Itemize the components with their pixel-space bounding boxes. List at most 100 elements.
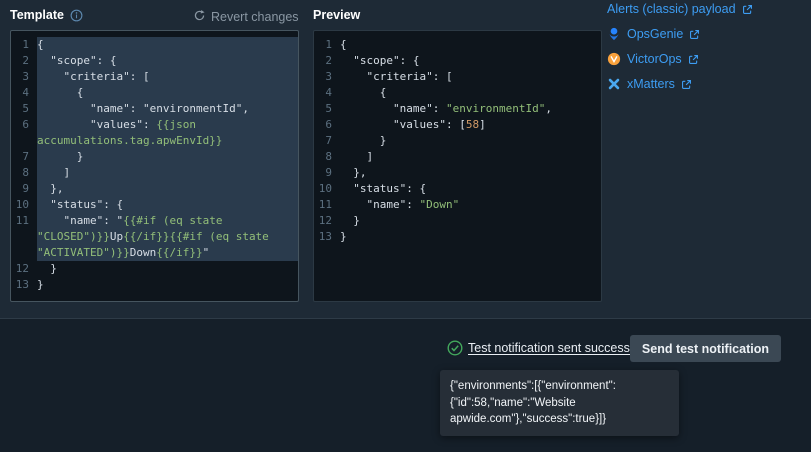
code-text: { (340, 37, 601, 53)
code-text: "name": "Down" (340, 197, 601, 213)
link-label: Alerts (classic) payload (607, 2, 736, 16)
line-number: 8 (314, 149, 340, 165)
code-line: 4 { (11, 85, 298, 101)
preview-label: Preview (313, 8, 360, 22)
xmatters-icon (607, 77, 621, 91)
line-number: 13 (314, 229, 340, 245)
code-text: "criteria": [ (37, 69, 298, 85)
line-number: 1 (11, 37, 37, 53)
line-number: 6 (11, 117, 37, 149)
line-number: 2 (11, 53, 37, 69)
line-number: 3 (314, 69, 340, 85)
code-text: { (37, 37, 298, 53)
line-number: 3 (11, 69, 37, 85)
code-text: }, (37, 181, 298, 197)
code-line: 4 { (314, 85, 601, 101)
external-link-icon (742, 4, 753, 15)
code-text: { (340, 85, 601, 101)
code-text: "scope": { (340, 53, 601, 69)
link-xmatters[interactable]: xMatters (607, 77, 753, 91)
code-line: 5 "name": "environmentId", (11, 101, 298, 117)
code-text: "values": [58] (340, 117, 601, 133)
preview-panel: 1{2 "scope": {3 "criteria": [4 {5 "name"… (313, 30, 602, 302)
test-response-tooltip: {"environments":[{"environment": {"id":5… (440, 370, 679, 436)
send-test-notification-button[interactable]: Send test notification (630, 335, 781, 362)
docs-links: Alerts (classic) payload OpsGenie Victor… (607, 2, 753, 91)
line-number: 12 (11, 261, 37, 277)
template-label: Template (10, 8, 64, 22)
line-number: 6 (314, 117, 340, 133)
code-text: } (340, 213, 601, 229)
code-line: 1{ (314, 37, 601, 53)
code-text: "criteria": [ (340, 69, 601, 85)
line-number: 11 (314, 197, 340, 213)
line-number: 7 (11, 149, 37, 165)
link-opsgenie[interactable]: OpsGenie (607, 27, 753, 41)
code-text: ] (340, 149, 601, 165)
line-number: 1 (314, 37, 340, 53)
code-text: "name": "environmentId", (37, 101, 298, 117)
line-number: 5 (314, 101, 340, 117)
code-line: 6 "values": [58] (314, 117, 601, 133)
code-line: 3 "criteria": [ (314, 69, 601, 85)
code-line: 1{ (11, 37, 298, 53)
link-label: VictorOps (627, 52, 682, 66)
code-line: 8 ] (11, 165, 298, 181)
code-text: "scope": { (37, 53, 298, 69)
link-label: OpsGenie (627, 27, 683, 41)
code-text: } (340, 133, 601, 149)
code-text: }, (340, 165, 601, 181)
line-number: 11 (11, 213, 37, 261)
revert-changes-button[interactable]: Revert changes (193, 9, 299, 25)
line-number: 5 (11, 101, 37, 117)
external-link-icon (689, 29, 700, 40)
revert-icon (193, 9, 206, 25)
code-text: } (37, 277, 298, 293)
info-icon[interactable] (70, 9, 83, 22)
code-line: 3 "criteria": [ (11, 69, 298, 85)
line-number: 4 (11, 85, 37, 101)
line-number: 9 (314, 165, 340, 181)
line-number: 10 (314, 181, 340, 197)
opsgenie-icon (607, 27, 621, 41)
code-text: } (37, 261, 298, 277)
code-line: 5 "name": "environmentId", (314, 101, 601, 117)
code-text: "name": "{{#if (eq state "CLOSED")}}Up{{… (37, 213, 298, 261)
code-text: { (37, 85, 298, 101)
code-text: "name": "environmentId", (340, 101, 601, 117)
template-header: Template (10, 8, 83, 22)
status-message: Test notification sent successfully. (468, 341, 655, 355)
line-number: 7 (314, 133, 340, 149)
code-line: 10 "status": { (314, 181, 601, 197)
code-line: 10 "status": { (11, 197, 298, 213)
webhook-template-page: { "header": { "template_label": "Templat… (0, 0, 811, 452)
code-text: "status": { (340, 181, 601, 197)
victorops-icon (607, 52, 621, 66)
code-line: 13} (11, 277, 298, 293)
line-number: 10 (11, 197, 37, 213)
link-alerts-classic-payload[interactable]: Alerts (classic) payload (607, 2, 753, 16)
code-line: 13} (314, 229, 601, 245)
external-link-icon (681, 79, 692, 90)
line-number: 4 (314, 85, 340, 101)
code-line: 9 }, (11, 181, 298, 197)
code-line: 6 "values": {{json accumulations.tag.apw… (11, 117, 298, 149)
link-victorops[interactable]: VictorOps (607, 52, 753, 66)
external-link-icon (688, 54, 699, 65)
link-label: xMatters (627, 77, 675, 91)
code-text: ] (37, 165, 298, 181)
code-line: 12 } (11, 261, 298, 277)
line-number: 2 (314, 53, 340, 69)
code-line: 2 "scope": { (11, 53, 298, 69)
preview-header: Preview (313, 8, 360, 22)
code-line: 11 "name": "{{#if (eq state "CLOSED")}}U… (11, 213, 298, 261)
code-text: } (340, 229, 601, 245)
code-line: 9 }, (314, 165, 601, 181)
code-text: "status": { (37, 197, 298, 213)
template-editor[interactable]: 1{2 "scope": {3 "criteria": [4 {5 "name"… (10, 30, 299, 302)
code-line: 7 } (314, 133, 601, 149)
line-number: 12 (314, 213, 340, 229)
revert-label: Revert changes (211, 10, 299, 24)
code-text: } (37, 149, 298, 165)
line-number: 8 (11, 165, 37, 181)
